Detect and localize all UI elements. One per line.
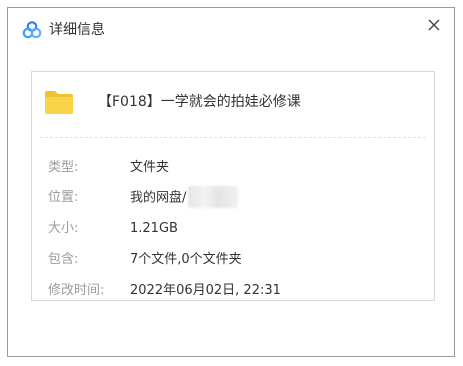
close-icon[interactable] [423,14,445,36]
dialog-title: 详细信息 [49,22,105,38]
title-bar: 详细信息 [8,8,454,52]
property-label: 大小: [48,221,79,236]
location-path-link[interactable]: 我的网盘/ [130,191,186,206]
file-header: 【F018】一学就会的拍娃必修课 [32,72,434,134]
property-label: 修改时间: [48,283,105,298]
details-panel: 【F018】一学就会的拍娃必修课 类型: 文件夹 位置: 我的网盘/ 大小: 1… [31,71,435,301]
redacted-path-blur [188,186,239,208]
property-value: 文件夹 [130,160,170,175]
property-value-wrap: 我的网盘/ [130,186,239,209]
property-value: 1.21GB [130,221,178,236]
property-value: 7个文件,0个文件夹 [130,252,242,267]
close-button[interactable] [423,14,445,36]
baidu-netdisk-cloud-icon [22,20,42,40]
file-name: 【F018】一学就会的拍娃必修课 [98,94,301,110]
property-value: 2022年06月02日, 22:31 [130,283,281,298]
property-label: 类型: [48,160,79,175]
property-label: 位置: [48,190,79,205]
divider [40,137,426,138]
property-label: 包含: [48,252,79,267]
details-dialog: 详细信息 【F018】一学就会的拍娃必修课 类型: 文件夹 位置: 我的网盘/ … [7,7,455,357]
folder-icon [44,89,74,115]
